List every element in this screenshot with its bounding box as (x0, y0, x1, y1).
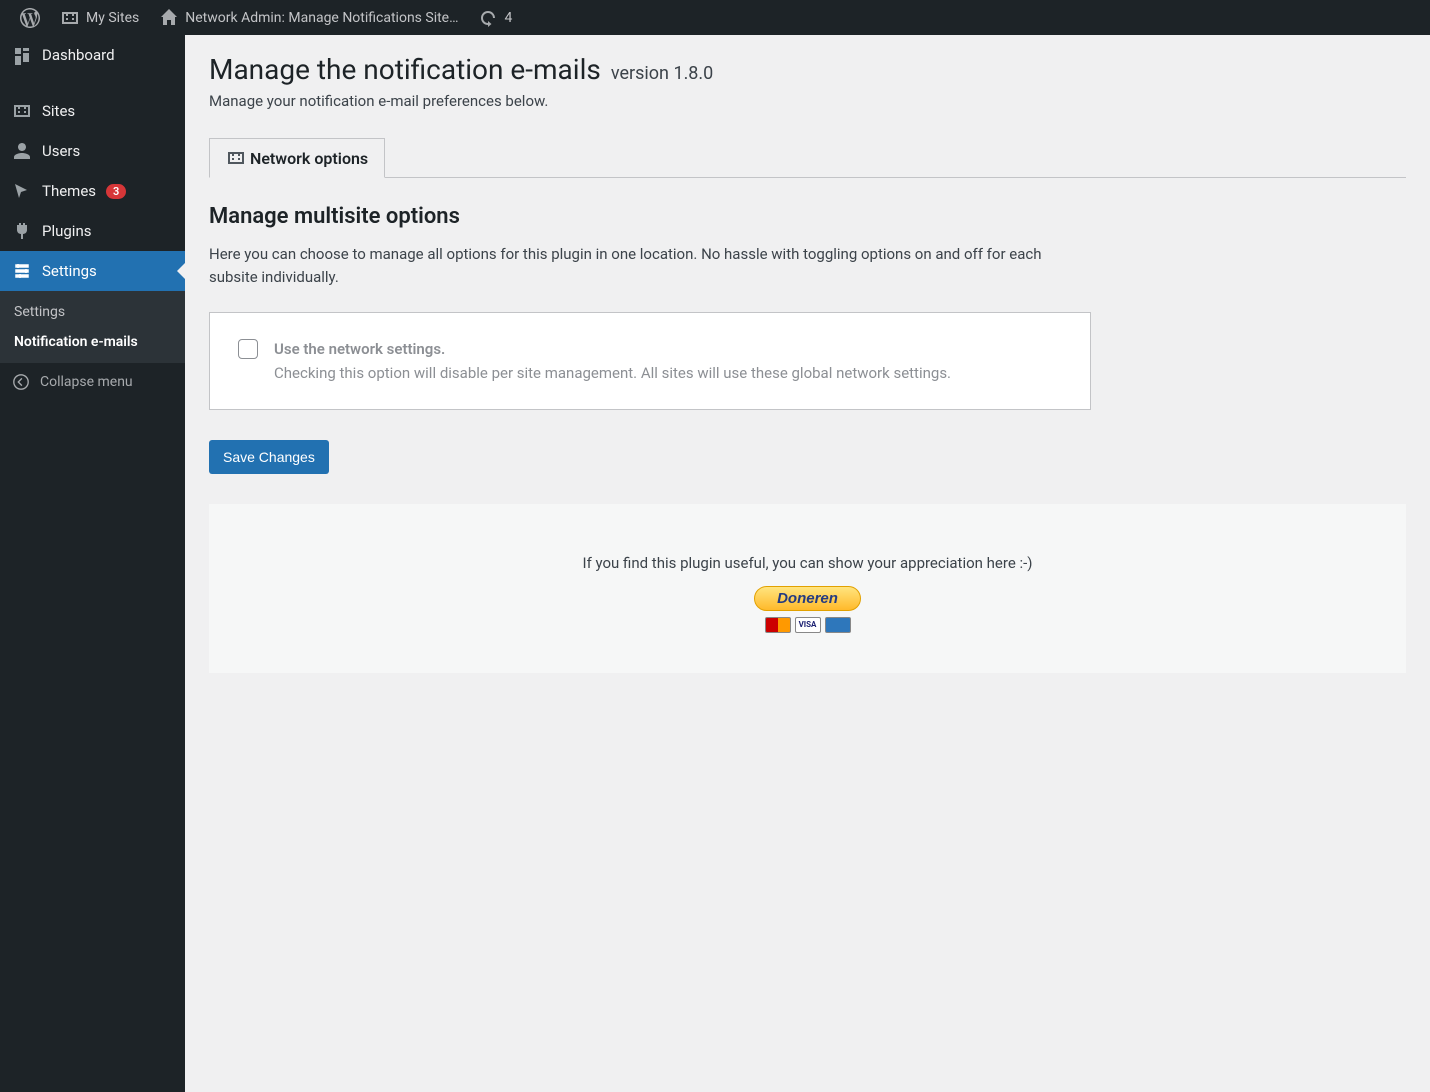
sidebar-label-themes: Themes (42, 182, 96, 200)
network-admin-label: Network Admin: Manage Notifications Site… (185, 10, 458, 26)
submenu-item-settings[interactable]: Settings (0, 297, 185, 327)
sidebar-item-dashboard[interactable]: Dashboard (0, 35, 185, 75)
donate-button[interactable]: Doneren (754, 586, 861, 611)
dashboard-icon (12, 45, 32, 65)
collapse-menu-button[interactable]: Collapse menu (0, 363, 185, 401)
update-icon (478, 8, 498, 28)
themes-icon (12, 181, 32, 201)
network-admin-link[interactable]: Network Admin: Manage Notifications Site… (149, 0, 468, 35)
wordpress-icon (20, 8, 40, 28)
collapse-icon (12, 373, 30, 391)
themes-count-badge: 3 (106, 184, 126, 199)
tab-network-options[interactable]: Network options (209, 138, 385, 178)
option-text: Use the network settings. Checking this … (274, 337, 951, 385)
tabs-nav: Network options (209, 138, 1406, 178)
visa-icon: VISA (795, 617, 821, 633)
admin-toolbar: My Sites Network Admin: Manage Notificat… (0, 0, 1430, 35)
main-content: Manage the notification e-mails version … (185, 35, 1430, 1092)
updates-count: 4 (504, 10, 512, 26)
donate-panel: If you find this plugin useful, you can … (209, 504, 1406, 673)
network-icon (226, 148, 246, 168)
option-network-settings: Use the network settings. Checking this … (209, 312, 1091, 410)
mastercard-icon (765, 617, 791, 633)
submenu-item-notification-emails[interactable]: Notification e-mails (0, 327, 185, 357)
sidebar-item-users[interactable]: Users (0, 131, 185, 171)
donate-text: If you find this plugin useful, you can … (582, 554, 1032, 572)
sidebar-item-themes[interactable]: Themes 3 (0, 171, 185, 211)
sidebar-item-settings[interactable]: Settings (0, 251, 185, 291)
page-version: version 1.8.0 (611, 63, 713, 84)
plugins-icon (12, 221, 32, 241)
settings-icon (12, 261, 32, 281)
use-network-settings-checkbox[interactable] (238, 339, 258, 359)
payment-card-icons: VISA (765, 617, 851, 633)
section-title: Manage multisite options (209, 204, 1406, 229)
collapse-label: Collapse menu (40, 374, 133, 390)
option-strong: Use the network settings. (274, 340, 445, 358)
sidebar-label-users: Users (42, 142, 80, 160)
settings-submenu: Settings Notification e-mails (0, 291, 185, 363)
menu-separator (0, 75, 185, 91)
page-title: Manage the notification e-mails (209, 53, 601, 86)
amex-icon (825, 617, 851, 633)
option-desc: Checking this option will disable per si… (274, 364, 951, 382)
tab-label: Network options (250, 149, 368, 168)
home-icon (159, 8, 179, 28)
sidebar-label-settings: Settings (42, 262, 97, 280)
updates-link[interactable]: 4 (468, 0, 522, 35)
users-icon (12, 141, 32, 161)
sites-icon (12, 101, 32, 121)
wordpress-logo[interactable] (10, 0, 50, 35)
my-sites-menu[interactable]: My Sites (50, 0, 149, 35)
sidebar-item-sites[interactable]: Sites (0, 91, 185, 131)
sidebar-label-dashboard: Dashboard (42, 46, 115, 64)
admin-sidebar: Dashboard Sites Users Themes 3 Plugins S… (0, 35, 185, 1092)
section-description: Here you can choose to manage all option… (209, 243, 1079, 290)
my-sites-label: My Sites (86, 10, 139, 26)
network-icon (60, 8, 80, 28)
page-description: Manage your notification e-mail preferen… (209, 92, 1406, 110)
save-changes-button[interactable]: Save Changes (209, 440, 329, 474)
sidebar-label-sites: Sites (42, 102, 75, 120)
sidebar-label-plugins: Plugins (42, 222, 91, 240)
sidebar-item-plugins[interactable]: Plugins (0, 211, 185, 251)
